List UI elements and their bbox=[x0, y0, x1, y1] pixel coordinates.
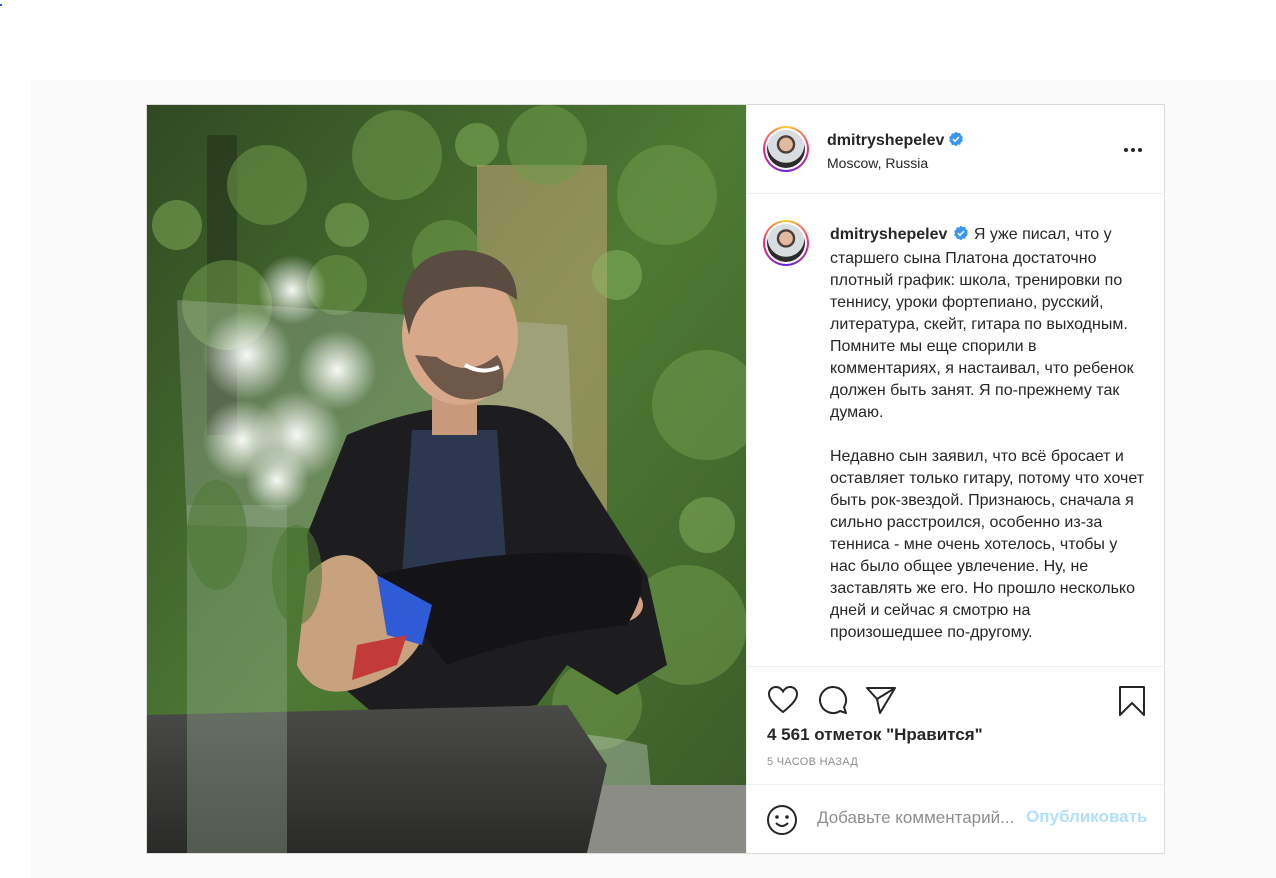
author-name-row: dmitryshepelev bbox=[827, 131, 964, 152]
action-bar: 4 561 отметок "Нравится" 5 ЧАСОВ НАЗАД bbox=[747, 666, 1165, 784]
verified-badge-icon bbox=[948, 131, 964, 152]
heart-icon[interactable] bbox=[767, 685, 799, 720]
post-photo-illustration bbox=[147, 105, 746, 853]
post-timestamp[interactable]: 5 ЧАСОВ НАЗАД bbox=[767, 756, 858, 768]
caption-text: Я уже писал, что у старшего сына Платона… bbox=[830, 226, 1145, 641]
caption-author-username[interactable]: dmitryshepelev bbox=[830, 226, 947, 243]
post-card: dmitryshepelev Moscow, Russia dmitryshep… bbox=[146, 104, 1165, 854]
comment-bubble-icon[interactable] bbox=[817, 685, 849, 720]
publish-button[interactable]: Опубликовать bbox=[1026, 807, 1147, 827]
smiley-icon[interactable] bbox=[766, 804, 798, 841]
paper-plane-icon[interactable] bbox=[865, 685, 897, 720]
caption-section: dmitryshepelev Я уже писал, что у старше… bbox=[747, 194, 1165, 666]
post-side-panel: dmitryshepelev Moscow, Russia dmitryshep… bbox=[746, 105, 1165, 853]
post-header: dmitryshepelev Moscow, Russia bbox=[747, 105, 1165, 194]
verified-badge-icon bbox=[953, 225, 969, 248]
caption-author-avatar[interactable] bbox=[763, 220, 809, 266]
comment-bar: Опубликовать bbox=[747, 784, 1165, 853]
author-username[interactable]: dmitryshepelev bbox=[827, 132, 944, 149]
likes-count[interactable]: 4 561 отметок "Нравится" bbox=[767, 725, 983, 745]
comment-input[interactable] bbox=[817, 805, 1027, 831]
bookmark-icon[interactable] bbox=[1117, 685, 1147, 722]
caption-body: dmitryshepelev Я уже писал, что у старше… bbox=[830, 224, 1145, 644]
page-corner-dot bbox=[0, 4, 2, 6]
post-location[interactable]: Moscow, Russia bbox=[827, 155, 928, 171]
author-avatar[interactable] bbox=[763, 126, 809, 172]
more-options-icon[interactable] bbox=[1121, 141, 1145, 159]
post-photo[interactable] bbox=[147, 105, 746, 853]
